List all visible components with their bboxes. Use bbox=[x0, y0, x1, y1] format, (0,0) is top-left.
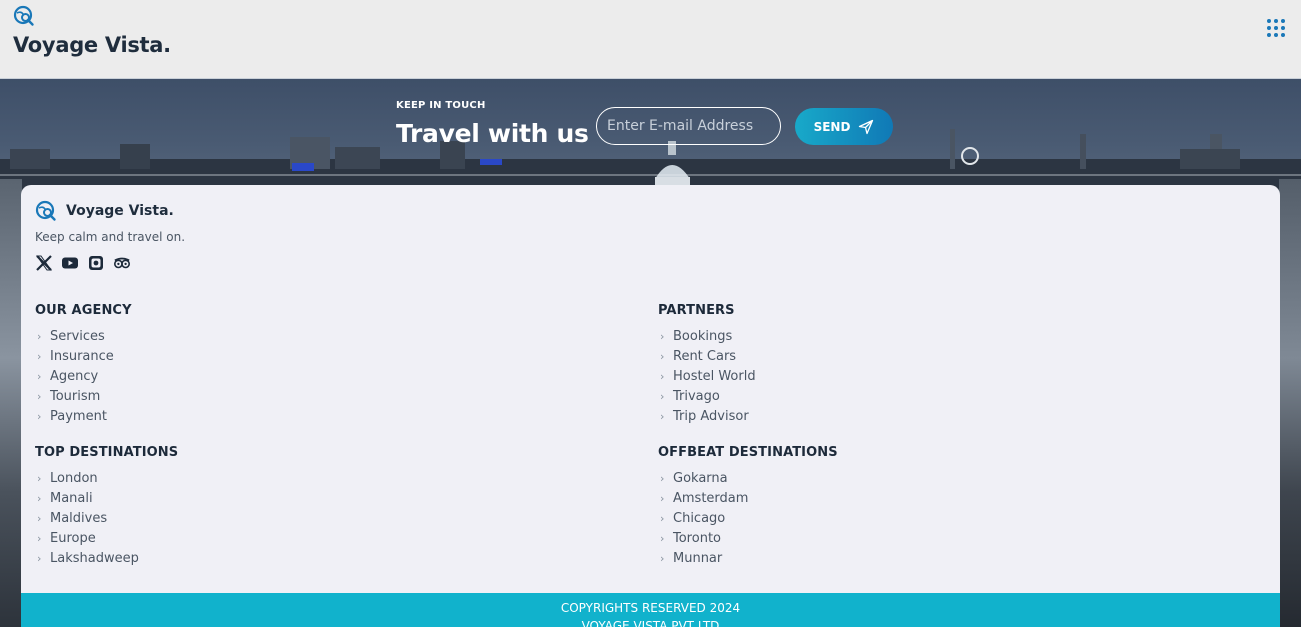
column-our-agency: OUR AGENCY › Services › Insurance › Agency … bbox=[35, 303, 132, 427]
column-offbeat-destinations: OFFBEAT DESTINATIONS › Gokarna › Amsterdam… bbox=[658, 445, 838, 569]
column-heading: TOP DESTINATIONS bbox=[35, 445, 179, 460]
link-label: Services bbox=[50, 329, 105, 344]
chevron-right-icon: › bbox=[37, 410, 42, 423]
column-heading: OFFBEAT DESTINATIONS bbox=[658, 445, 838, 460]
chevron-right-icon: › bbox=[660, 512, 665, 525]
link-label: Insurance bbox=[50, 349, 114, 364]
footer-link-munnar[interactable]: › Munnar bbox=[658, 549, 838, 569]
instagram-icon[interactable] bbox=[87, 254, 105, 272]
chevron-right-icon: › bbox=[37, 552, 42, 565]
chevron-right-icon: › bbox=[37, 472, 42, 485]
chevron-right-icon: › bbox=[660, 370, 665, 383]
link-label: Rent Cars bbox=[673, 349, 737, 364]
tripadvisor-icon[interactable] bbox=[113, 254, 131, 272]
footer-brand: Voyage Vista. bbox=[35, 200, 174, 222]
send-button[interactable]: SEND bbox=[795, 108, 893, 145]
copyright-bar: COPYRIGHTS RESERVED 2024 VOYAGE VISTA PV… bbox=[21, 593, 1280, 627]
link-label: Amsterdam bbox=[673, 491, 749, 506]
link-label: Gokarna bbox=[673, 471, 728, 486]
background-building-right bbox=[1279, 179, 1301, 627]
company-name-text: VOYAGE VISTA PVT LTD bbox=[581, 619, 720, 627]
footer-link-lakshadweep[interactable]: › Lakshadweep bbox=[35, 549, 178, 569]
link-label: Chicago bbox=[673, 511, 726, 526]
grid-dots-icon[interactable] bbox=[1265, 17, 1287, 39]
send-button-label: SEND bbox=[813, 119, 851, 134]
column-partners: PARTNERS › Bookings › Rent Cars › Hostel Wo… bbox=[658, 303, 756, 427]
email-input[interactable] bbox=[596, 107, 781, 145]
footer-link-manali[interactable]: › Manali bbox=[35, 489, 178, 509]
background-building-left bbox=[0, 179, 22, 627]
link-label: Manali bbox=[50, 491, 93, 506]
column-heading: OUR AGENCY bbox=[35, 303, 132, 318]
chevron-right-icon: › bbox=[37, 330, 42, 343]
x-icon[interactable] bbox=[35, 254, 53, 272]
site-header: Voyage Vista. bbox=[0, 0, 1301, 79]
chevron-right-icon: › bbox=[660, 532, 665, 545]
footer-link-tourism[interactable]: › Tourism bbox=[35, 387, 132, 407]
newsletter-title: Travel with us bbox=[396, 119, 589, 148]
link-label: Toronto bbox=[673, 531, 721, 546]
youtube-icon[interactable] bbox=[61, 254, 79, 272]
link-label: Maldives bbox=[50, 511, 108, 526]
link-label: Bookings bbox=[673, 329, 733, 344]
link-label: Tourism bbox=[50, 389, 101, 404]
chevron-right-icon: › bbox=[37, 512, 42, 525]
link-label: Munnar bbox=[673, 551, 723, 566]
paper-plane-icon bbox=[859, 119, 874, 134]
footer-link-agency[interactable]: › Agency bbox=[35, 367, 132, 387]
footer-link-bookings[interactable]: › Bookings bbox=[658, 327, 756, 347]
chevron-right-icon: › bbox=[660, 410, 665, 423]
social-links bbox=[35, 254, 131, 272]
footer-link-trivago[interactable]: › Trivago bbox=[658, 387, 756, 407]
copyright-text: COPYRIGHTS RESERVED 2024 bbox=[560, 601, 741, 615]
footer-link-trip-advisor[interactable]: › Trip Advisor bbox=[658, 407, 756, 427]
footer-link-london[interactable]: › London bbox=[35, 469, 178, 489]
link-label: Hostel World bbox=[673, 369, 756, 384]
link-label: Trip Advisor bbox=[673, 409, 749, 424]
footer-link-gokarna[interactable]: › Gokarna bbox=[658, 469, 838, 489]
footer-link-chicago[interactable]: › Chicago bbox=[658, 509, 838, 529]
chevron-right-icon: › bbox=[37, 492, 42, 505]
footer-link-amsterdam[interactable]: › Amsterdam bbox=[658, 489, 838, 509]
chevron-right-icon: › bbox=[37, 370, 42, 383]
link-label: Payment bbox=[50, 409, 107, 424]
footer-link-europe[interactable]: › Europe bbox=[35, 529, 178, 549]
link-label: Europe bbox=[50, 531, 96, 546]
footer-link-toronto[interactable]: › Toronto bbox=[658, 529, 838, 549]
chevron-right-icon: › bbox=[660, 472, 665, 485]
footer-link-payment[interactable]: › Payment bbox=[35, 407, 132, 427]
chevron-right-icon: › bbox=[660, 350, 665, 363]
link-label: Trivago bbox=[673, 389, 720, 404]
footer-link-rent-cars[interactable]: › Rent Cars bbox=[658, 347, 756, 367]
site-brand[interactable]: Voyage Vista. bbox=[13, 33, 171, 57]
link-label: London bbox=[50, 471, 98, 486]
search-globe-icon[interactable] bbox=[13, 5, 35, 27]
newsletter-kicker: KEEP IN TOUCH bbox=[396, 100, 486, 111]
search-globe-icon bbox=[35, 200, 56, 221]
footer-link-services[interactable]: › Services bbox=[35, 327, 132, 347]
chevron-right-icon: › bbox=[37, 532, 42, 545]
column-heading: PARTNERS bbox=[658, 303, 735, 318]
footer-link-insurance[interactable]: › Insurance bbox=[35, 347, 132, 367]
footer-card: Voyage Vista. Keep calm and travel on. O… bbox=[21, 185, 1280, 627]
chevron-right-icon: › bbox=[660, 552, 665, 565]
chevron-right-icon: › bbox=[37, 350, 42, 363]
footer-tagline: Keep calm and travel on. bbox=[35, 230, 186, 244]
link-label: Agency bbox=[50, 369, 99, 384]
footer-link-maldives[interactable]: › Maldives bbox=[35, 509, 178, 529]
footer-link-hostel-world[interactable]: › Hostel World bbox=[658, 367, 756, 387]
footer-brand-name: Voyage Vista. bbox=[66, 203, 174, 219]
chevron-right-icon: › bbox=[660, 390, 665, 403]
column-top-destinations: TOP DESTINATIONS › London › Manali › Maldiv… bbox=[35, 445, 178, 569]
chevron-right-icon: › bbox=[37, 390, 42, 403]
link-label: Lakshadweep bbox=[50, 551, 139, 566]
chevron-right-icon: › bbox=[660, 492, 665, 505]
chevron-right-icon: › bbox=[660, 330, 665, 343]
